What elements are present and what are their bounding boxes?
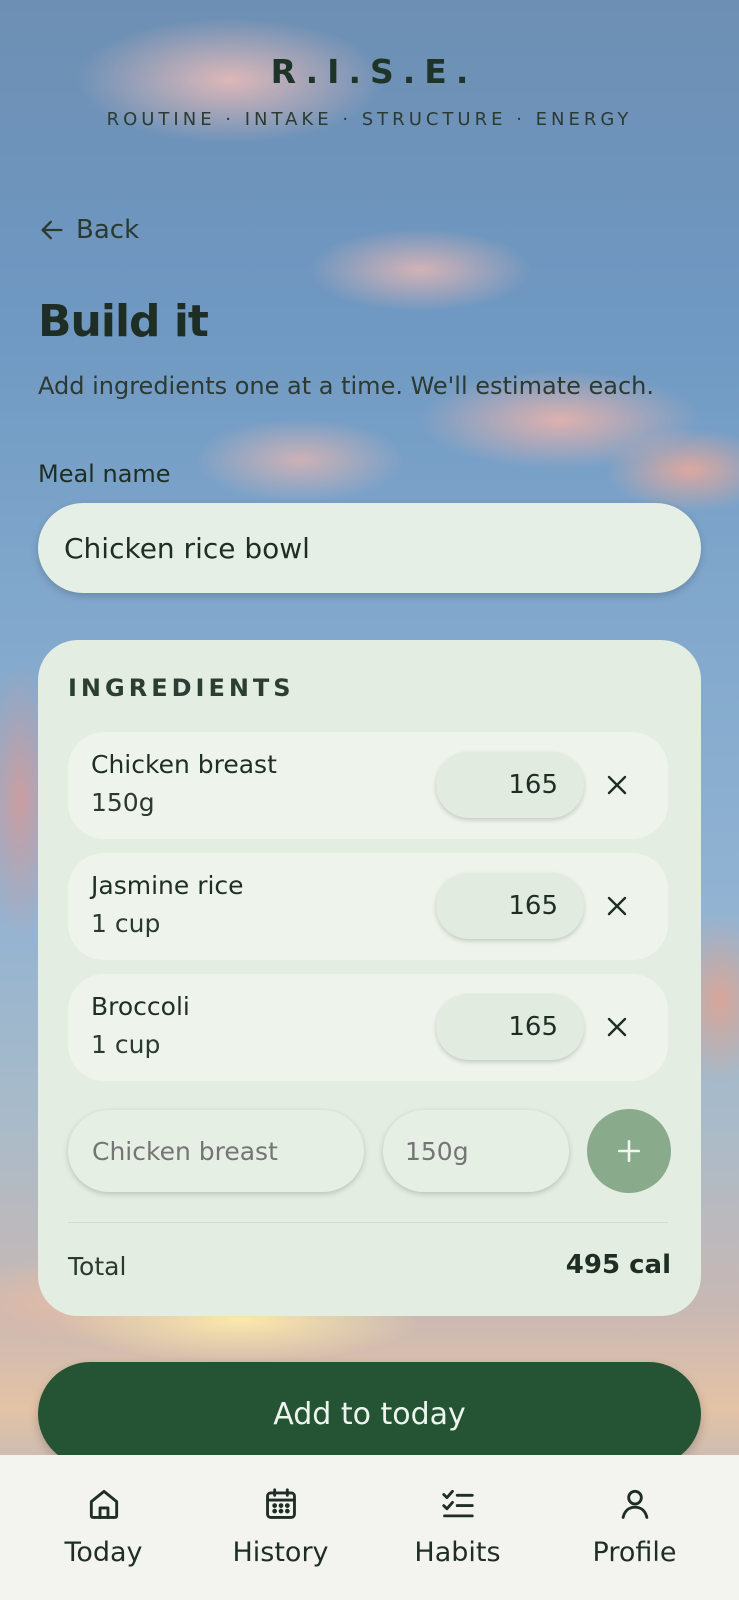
bottom-nav: Today History Habits Profile [0, 1455, 739, 1600]
ingredient-calories-field[interactable]: 165 [436, 752, 584, 818]
checklist-icon [441, 1489, 474, 1518]
nav-item-profile[interactable]: Profile [546, 1455, 723, 1600]
ingredient-row: Broccoli 1 cup 165 [68, 974, 668, 1081]
back-button[interactable]: Back [38, 212, 139, 248]
nav-label: Habits [414, 1537, 501, 1568]
ingredient-calories-field[interactable]: 165 [436, 994, 584, 1060]
plus-icon [617, 1139, 641, 1163]
brand-tagline: ROUTINE · INTAKE · STRUCTURE · ENERGY [106, 109, 633, 130]
ingredients-heading: INGREDIENTS [68, 674, 295, 702]
add-to-today-button[interactable]: Add to today [38, 1362, 701, 1466]
page-subtitle: Add ingredients one at a time. We'll est… [38, 372, 654, 400]
calendar-icon [265, 1488, 296, 1519]
meal-name-input[interactable] [38, 503, 701, 593]
close-icon [607, 775, 627, 795]
total-label: Total [68, 1252, 127, 1281]
nav-label: History [232, 1537, 329, 1568]
ingredient-name: Jasmine rice [91, 871, 244, 900]
ingredient-row: Chicken breast 150g 165 [68, 732, 668, 839]
nav-item-today[interactable]: Today [15, 1455, 192, 1600]
new-ingredient-name-input[interactable] [68, 1110, 364, 1192]
close-icon [607, 1017, 627, 1037]
divider [68, 1222, 668, 1223]
remove-ingredient-button[interactable] [598, 766, 636, 804]
ingredient-name: Broccoli [91, 992, 190, 1021]
nav-label: Profile [592, 1537, 677, 1568]
ingredient-row: Jasmine rice 1 cup 165 [68, 853, 668, 960]
brand: R.I.S.E. ROUTINE · INTAKE · STRUCTURE · … [0, 52, 739, 130]
ingredient-quantity: 150g [91, 788, 155, 817]
meal-name-label: Meal name [38, 460, 171, 488]
nav-label: Today [64, 1537, 143, 1568]
page-title: Build it [38, 296, 209, 347]
nav-item-history[interactable]: History [192, 1455, 369, 1600]
close-icon [607, 896, 627, 916]
remove-ingredient-button[interactable] [598, 1008, 636, 1046]
ingredient-name: Chicken breast [91, 750, 277, 779]
back-label: Back [76, 215, 140, 245]
arrow-left-icon [41, 220, 63, 240]
ingredients-card: INGREDIENTS Chicken breast 150g 165 Jasm… [38, 640, 701, 1316]
remove-ingredient-button[interactable] [598, 887, 636, 925]
add-ingredient-button[interactable] [587, 1109, 671, 1193]
nav-item-habits[interactable]: Habits [369, 1455, 546, 1600]
ingredient-quantity: 1 cup [91, 1030, 161, 1059]
home-icon [89, 1489, 118, 1519]
brand-title: R.I.S.E. [270, 52, 478, 91]
ingredient-calories-field[interactable]: 165 [436, 873, 584, 939]
ingredient-quantity: 1 cup [91, 909, 161, 938]
person-icon [621, 1489, 648, 1519]
new-ingredient-quantity-input[interactable] [383, 1110, 569, 1192]
total-calories: 495 cal [565, 1250, 671, 1280]
